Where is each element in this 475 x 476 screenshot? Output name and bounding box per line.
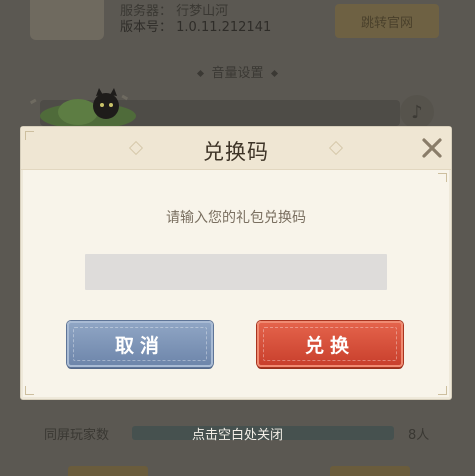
music-note-icon: ♪ xyxy=(400,95,434,129)
tap-blank-to-close-hint[interactable]: 点击空白处关闭 xyxy=(0,424,475,443)
redeem-button[interactable]: 兑换 xyxy=(257,321,403,367)
corner-ornament xyxy=(438,173,447,182)
corner-ornament xyxy=(25,386,34,395)
corner-ornament xyxy=(25,131,34,140)
cancel-button-label: 取消 xyxy=(114,334,165,357)
corner-ornament xyxy=(438,386,447,395)
diamond-icon xyxy=(197,69,205,78)
redeem-prompt: 请输入您的礼包兑换码 xyxy=(166,210,306,226)
bottom-left-button xyxy=(68,466,148,476)
redeem-code-input[interactable] xyxy=(85,254,387,290)
official-site-button: 跳转官网 xyxy=(335,4,439,38)
section-title-text: 音量设置 xyxy=(211,66,264,81)
player-avatar xyxy=(30,0,104,40)
dialog-header: 兑换码 xyxy=(21,127,451,170)
game-screen: 服务器： 行梦山河 版本号： 1.0.11.212141 跳转官网 音量设置 ♪… xyxy=(0,0,475,476)
dialog-title: 兑换码 xyxy=(203,140,269,164)
cancel-button[interactable]: 取消 xyxy=(67,321,213,367)
version-info: 版本号： 1.0.11.212141 xyxy=(120,20,272,35)
bottom-right-button xyxy=(330,466,410,476)
redeem-button-label: 兑换 xyxy=(304,334,355,357)
close-icon[interactable] xyxy=(421,137,443,159)
redeem-code-dialog: 兑换码 请输入您的礼包兑换码 取消 兑换 xyxy=(20,126,452,400)
pet-mascot-icon xyxy=(29,88,136,128)
volume-section-title: 音量设置 xyxy=(0,62,475,81)
diamond-icon xyxy=(270,69,278,78)
